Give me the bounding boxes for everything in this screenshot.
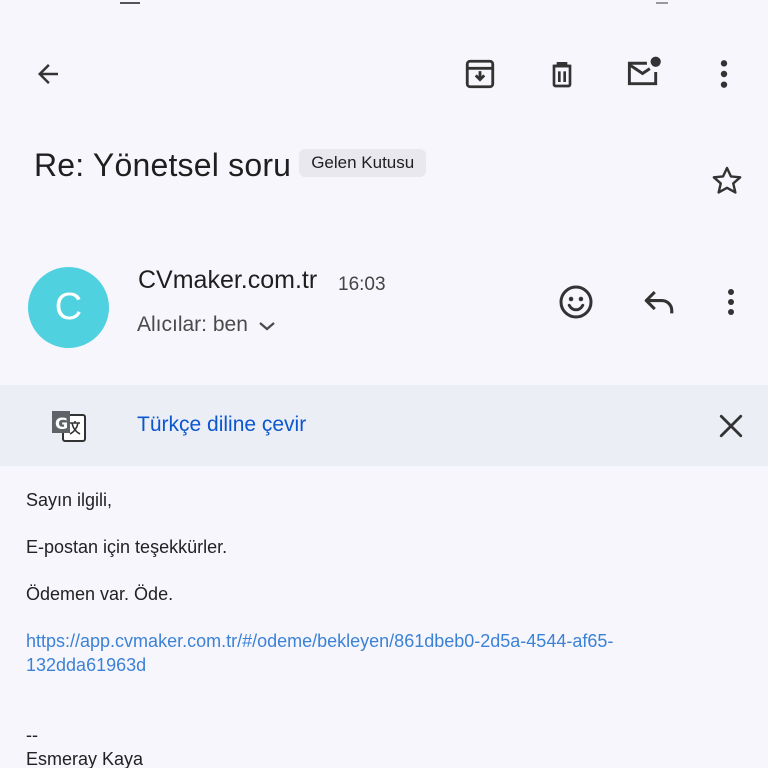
translate-link[interactable]: Türkçe diline çevir <box>137 413 306 437</box>
recipients-label: Alıcılar: ben <box>137 313 248 336</box>
body-line: E-postan için teşekkürler. <box>26 537 228 557</box>
reply-button[interactable] <box>636 279 682 325</box>
mark-unread-button[interactable] <box>620 48 668 96</box>
more-options-button[interactable] <box>700 50 748 98</box>
reply-icon <box>644 290 674 314</box>
add-reaction-button[interactable] <box>553 279 599 325</box>
delete-button[interactable] <box>538 50 586 98</box>
body-greeting: Sayın ilgili, <box>26 490 113 510</box>
star-outline-icon <box>712 166 742 194</box>
mail-unread-icon <box>627 56 661 86</box>
inbox-label-chip[interactable]: Gelen Kutusu <box>299 149 427 177</box>
archive-icon <box>465 59 495 89</box>
email-time: 16:03 <box>338 274 386 295</box>
archive-button[interactable] <box>456 50 504 98</box>
arrow-left-icon <box>38 64 58 84</box>
status-icon <box>120 0 140 4</box>
more-vertical-icon <box>728 289 734 315</box>
body-line: Ödemen var. Öde. <box>26 584 174 604</box>
subject-row: Re: Yönetsel soru Gelen Kutusu <box>34 140 734 190</box>
payment-link: https://app.cvmaker.com.tr/#/odeme/bekle… <box>26 629 613 677</box>
translate-bar: G Türkçe diline çevir <box>0 385 768 466</box>
recipients-toggle[interactable]: Alıcılar: ben <box>137 313 276 337</box>
message-more-button[interactable] <box>708 279 754 325</box>
trash-icon <box>552 62 572 88</box>
google-translate-icon: G <box>52 411 86 442</box>
payment-link-line-2[interactable]: 132dda61963d <box>26 655 146 675</box>
top-toolbar <box>0 44 768 104</box>
svg-text:G: G <box>55 414 68 433</box>
payment-link-line-1[interactable]: https://app.cvmaker.com.tr/#/odeme/bekle… <box>26 631 613 651</box>
email-subject: Re: Yönetsel soru <box>34 146 292 183</box>
translate-close-button[interactable] <box>708 403 754 449</box>
email-view: Re: Yönetsel soru Gelen Kutusu C CVmaker… <box>0 0 768 768</box>
more-vertical-icon <box>720 60 728 88</box>
signature-name: Esmeray Kaya <box>26 749 144 768</box>
sender-avatar[interactable]: C <box>28 267 109 348</box>
close-icon <box>719 414 743 438</box>
chevron-down-icon <box>259 322 275 331</box>
back-button[interactable] <box>24 50 72 98</box>
sender-name: CVmaker.com.tr <box>138 266 318 294</box>
signature-separator: -- <box>26 725 38 745</box>
status-icon <box>656 0 668 4</box>
emoji-icon <box>559 285 593 319</box>
star-button[interactable] <box>704 158 750 204</box>
